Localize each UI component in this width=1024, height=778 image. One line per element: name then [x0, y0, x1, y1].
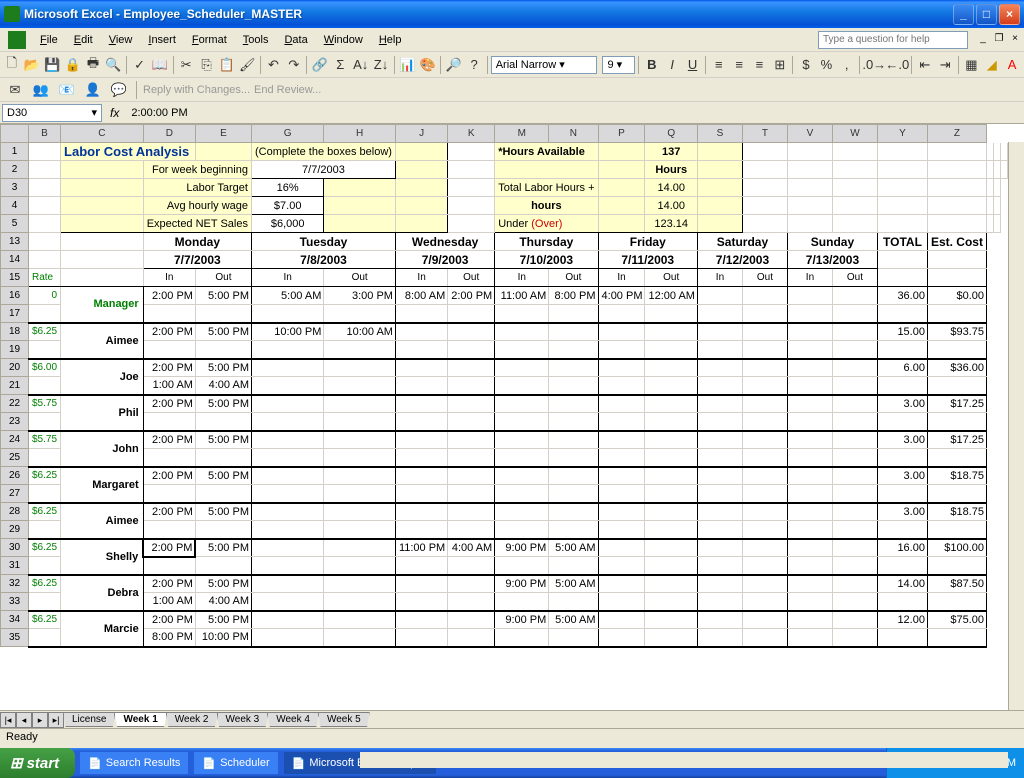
hyperlink-icon[interactable]: 🔗 [310, 54, 329, 76]
drawing-icon[interactable]: 🎨 [418, 54, 437, 76]
menu-view[interactable]: View [101, 31, 141, 49]
doc-min-icon[interactable]: _ [976, 33, 990, 47]
currency-icon[interactable]: $ [796, 54, 815, 76]
tab-prev-icon[interactable]: ◂ [16, 712, 32, 728]
start-button[interactable]: ⊞start [0, 748, 75, 778]
sheet-tab[interactable]: Week 2 [166, 712, 218, 727]
sort-asc-icon[interactable]: A↓ [351, 54, 370, 76]
reply-changes-label: Reply with Changes... [143, 84, 250, 96]
save-icon[interactable]: 💾 [43, 54, 62, 76]
borders-icon[interactable]: ▦ [962, 54, 981, 76]
review2-icon[interactable]: 👥 [30, 79, 52, 101]
tab-first-icon[interactable]: |◂ [0, 712, 16, 728]
name-box[interactable]: D30▾ [2, 104, 102, 122]
align-left-icon[interactable]: ≡ [709, 54, 728, 76]
review4-icon[interactable]: 👤 [82, 79, 104, 101]
copy-icon[interactable]: ⎘ [197, 54, 216, 76]
fill-color-icon[interactable]: ◢ [982, 54, 1001, 76]
taskbar-item[interactable]: 📄Scheduler [193, 751, 278, 775]
print-icon[interactable]: 🖶 [83, 54, 102, 76]
font-size-select[interactable]: 9 ▾ [602, 56, 635, 74]
doc-close-icon[interactable]: × [1008, 33, 1022, 47]
window-title: Microsoft Excel - Employee_Scheduler_MAS… [24, 7, 953, 21]
cut-icon[interactable]: ✂ [177, 54, 196, 76]
horizontal-scrollbar[interactable] [360, 752, 1008, 768]
percent-icon[interactable]: % [817, 54, 836, 76]
review-toolbar: ✉ 👥 📧 👤 💬 Reply with Changes... End Revi… [0, 78, 1024, 102]
font-name-select[interactable]: Arial Narrow ▾ [491, 56, 598, 74]
undo-icon[interactable]: ↶ [264, 54, 283, 76]
doc-restore-icon[interactable]: ❐ [992, 33, 1006, 47]
align-center-icon[interactable]: ≡ [729, 54, 748, 76]
indent-dec-icon[interactable]: ⇤ [915, 54, 934, 76]
indent-inc-icon[interactable]: ⇥ [935, 54, 954, 76]
sheet-tab[interactable]: Week 3 [217, 712, 269, 727]
preview-icon[interactable]: 🔍 [104, 54, 123, 76]
menu-help[interactable]: Help [371, 31, 410, 49]
help-search-input[interactable] [818, 31, 968, 49]
zoom-icon[interactable]: 🔎 [444, 54, 463, 76]
format-painter-icon[interactable]: 🖌 [238, 54, 257, 76]
end-review-label: End Review... [254, 84, 321, 96]
minimize-button[interactable]: _ [953, 4, 974, 25]
sheet-tab[interactable]: Week 4 [267, 712, 319, 727]
italic-icon[interactable]: I [663, 54, 682, 76]
open-icon[interactable]: 📂 [22, 54, 41, 76]
font-color-icon[interactable]: A [1002, 54, 1021, 76]
close-button[interactable]: × [999, 4, 1020, 25]
menu-window[interactable]: Window [316, 31, 371, 49]
sheet-tabs-bar: |◂ ◂ ▸ ▸| LicenseWeek 1Week 2Week 3Week … [0, 710, 1024, 728]
spell-icon[interactable]: ✓ [130, 54, 149, 76]
sheet-tab[interactable]: Week 1 [114, 712, 166, 727]
review3-icon[interactable]: 📧 [56, 79, 78, 101]
standard-toolbar: 🗋 📂 💾 🔒 🖶 🔍 ✓ 📖 ✂ ⎘ 📋 🖌 ↶ ↷ 🔗 Σ A↓ Z↓ 📊 … [0, 52, 1024, 78]
research-icon[interactable]: 📖 [150, 54, 169, 76]
dec-decimal-icon[interactable]: ←.0 [886, 54, 908, 76]
app-icon [8, 31, 26, 49]
help-icon[interactable]: ? [464, 54, 483, 76]
permission-icon[interactable]: 🔒 [63, 54, 82, 76]
menu-data[interactable]: Data [276, 31, 315, 49]
excel-icon [4, 6, 20, 22]
redo-icon[interactable]: ↷ [284, 54, 303, 76]
comma-icon[interactable]: , [837, 54, 856, 76]
tab-next-icon[interactable]: ▸ [32, 712, 48, 728]
formula-bar: D30▾ fx 2:00:00 PM [0, 102, 1024, 124]
worksheet-grid[interactable]: BCDEGHJKMNPQSTVWYZ1Labor Cost Analysis(C… [0, 124, 1024, 710]
titlebar: Microsoft Excel - Employee_Scheduler_MAS… [0, 0, 1024, 28]
inc-decimal-icon[interactable]: .0→ [863, 54, 885, 76]
status-bar: Ready [0, 728, 1024, 748]
sort-desc-icon[interactable]: Z↓ [371, 54, 390, 76]
menu-file[interactable]: File [32, 31, 66, 49]
merge-icon[interactable]: ⊞ [770, 54, 789, 76]
align-right-icon[interactable]: ≡ [750, 54, 769, 76]
menu-edit[interactable]: Edit [66, 31, 101, 49]
menubar: FileEditViewInsertFormatToolsDataWindowH… [0, 28, 1024, 52]
menu-format[interactable]: Format [184, 31, 235, 49]
sheet-tab[interactable]: License [63, 712, 115, 727]
menu-tools[interactable]: Tools [235, 31, 277, 49]
autosum-icon[interactable]: Σ [331, 54, 350, 76]
chart-icon[interactable]: 📊 [398, 54, 417, 76]
underline-icon[interactable]: U [683, 54, 702, 76]
review5-icon[interactable]: 💬 [108, 79, 130, 101]
bold-icon[interactable]: B [642, 54, 661, 76]
formula-input[interactable]: 2:00:00 PM [127, 107, 1024, 119]
paste-icon[interactable]: 📋 [217, 54, 236, 76]
sheet-tab[interactable]: Week 5 [318, 712, 370, 727]
maximize-button[interactable]: □ [976, 4, 997, 25]
new-icon[interactable]: 🗋 [2, 54, 21, 76]
menu-insert[interactable]: Insert [140, 31, 184, 49]
taskbar-item[interactable]: 📄Search Results [79, 751, 189, 775]
review-icon[interactable]: ✉ [4, 79, 26, 101]
fx-icon[interactable]: fx [110, 106, 119, 120]
vertical-scrollbar[interactable] [1008, 142, 1024, 710]
tab-last-icon[interactable]: ▸| [48, 712, 64, 728]
